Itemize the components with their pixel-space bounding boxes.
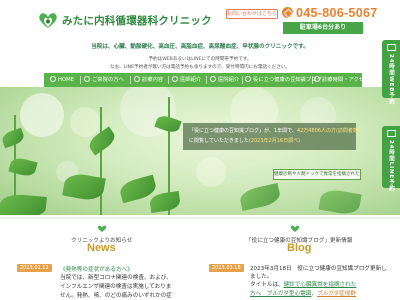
- nav-item-access[interactable]: 診療時間・アクセス: [314, 73, 369, 87]
- heart-leaf-icon: [97, 225, 107, 232]
- nav-divider: [80, 76, 81, 84]
- nav-label: 診療内容: [142, 77, 164, 83]
- monitor-icon: [386, 44, 396, 51]
- book-icon: [245, 76, 251, 82]
- blog-body-line: タイトルは、健診で心臓異常を指摘された: [250, 281, 390, 290]
- site-header: みたに内科循環器科クリニック お問い合わせはこちら 045-806-5067 駐…: [0, 0, 400, 40]
- nav-divider: [168, 76, 169, 84]
- line-reservation-label: 24時間LINE予約: [388, 140, 394, 192]
- nav-divider: [312, 76, 313, 84]
- section-divider: [0, 217, 400, 219]
- intro-text: 当院は、心臓、動脈硬化、高血圧、高脂血症、高尿酸血症、甲状腺のクリニックです。 …: [0, 42, 400, 70]
- heart-leaf-icon: [290, 225, 300, 232]
- phone-icon: [282, 7, 293, 18]
- banner-text: 「役に立つ健康の豆知識ブログ」が、1年間で、: [189, 128, 297, 134]
- nav-item-home[interactable]: HOME: [50, 73, 74, 87]
- blog-date-badge: 2023.03.18: [209, 264, 244, 272]
- bokeh-light: [20, 93, 64, 137]
- contact-button[interactable]: お問い合わせはこちら: [226, 9, 278, 19]
- clock-icon: [314, 76, 320, 82]
- banner-line-2: に閲覧していただきました(2023年2月16日調べ): [189, 137, 350, 144]
- doctor-icon: [172, 76, 178, 82]
- nav-divider: [130, 76, 131, 84]
- blog-item-headline[interactable]: 2023年3月18日 役に立つ健康の豆知識ブログ更新しました。: [250, 265, 388, 281]
- plant-stem: [100, 107, 102, 215]
- intro-booking-note: 予約はWEBあるいはLINEにての時間帯予約です。: [148, 57, 252, 62]
- blog-link[interactable]: 方へ ブルガダ型心電図: [250, 291, 311, 297]
- leaf: [318, 187, 362, 215]
- news-date-badge: 2023.01.12: [17, 264, 52, 272]
- news-body-line: 当院では、新型コロナ関連の検査、および、: [60, 275, 172, 281]
- leaf: [0, 127, 26, 149]
- news-body-line: インフルエンザ関連の検査は実施しておりま: [60, 284, 172, 290]
- nav-label: HOME: [58, 77, 75, 83]
- parking-badge: 駐車場6台分あり: [283, 22, 363, 34]
- blog-title: Blog: [287, 242, 312, 254]
- hero-image: [0, 87, 400, 215]
- nav-item-services[interactable]: 診療内容: [134, 73, 163, 87]
- news-item-headline[interactable]: 《発熱等の症状がある方へ》: [60, 265, 133, 273]
- blog-body-line: 方へ ブルガダ型心電図、ブルガダ症候群: [250, 291, 356, 297]
- health-check-banner[interactable]: 健康診断や人間ドックで異常を指摘された方へ: [273, 169, 361, 180]
- nav-divider: [242, 76, 243, 84]
- news-body-line: せん。発熱、咳、のどの痛みのいずれかの症: [60, 293, 172, 299]
- clinic-logo-icon[interactable]: [37, 11, 59, 29]
- person-icon: [84, 76, 90, 82]
- home-icon: [50, 76, 56, 82]
- line-reservation-tab[interactable]: 24時間LINE予約: [382, 126, 400, 192]
- nav-label: ご来院の方へ: [92, 77, 124, 83]
- nav-label: 診療時間・アクセス: [322, 77, 370, 83]
- web-reservation-tab[interactable]: 24時間WEB予約: [382, 40, 400, 105]
- building-icon: [210, 76, 216, 82]
- nav-label: 医師紹介: [180, 77, 202, 83]
- leaf: [238, 183, 282, 211]
- stethoscope-icon: [134, 76, 140, 82]
- chat-icon: [386, 130, 396, 137]
- bokeh-light: [196, 157, 226, 187]
- banner-date: (2023年2月16日調べ): [248, 138, 301, 144]
- banner-highlight: 42万4806人の方(訪問者数): [296, 128, 360, 134]
- blog-item-body: タイトルは、健診で心臓異常を指摘された 方へ ブルガダ型心電図、ブルガダ症候群: [250, 281, 390, 299]
- clinic-name[interactable]: みたに内科循環器科クリニック: [62, 13, 212, 28]
- main-nav: HOME ご来院の方へ 診療内容 医師紹介 医院紹介 役に立つ健康の豆知識ブログ…: [44, 73, 369, 87]
- web-reservation-label: 24時間WEB予約: [388, 54, 394, 105]
- blog-title-prefix: タイトルは、: [250, 282, 284, 288]
- news-item-body: 当院では、新型コロナ関連の検査、および、 インフルエンザ関連の検査は実施しており…: [60, 274, 184, 300]
- nav-item-clinic[interactable]: 医院紹介: [210, 73, 239, 87]
- leaf: [0, 193, 47, 215]
- banner-text: に閲覧していただきました: [189, 138, 249, 144]
- news-title: News: [87, 242, 116, 254]
- leaf: [148, 191, 182, 213]
- leaf: [8, 155, 38, 179]
- intro-specialties: 当院は、心臓、動脈硬化、高血圧、高脂血症、高尿酸血症、甲状腺のクリニックです。: [91, 44, 309, 50]
- bokeh-light: [70, 107, 100, 137]
- nav-item-doctor[interactable]: 医師紹介: [172, 73, 201, 87]
- nav-label: 医院紹介: [218, 77, 240, 83]
- blog-link[interactable]: ブルガダ症候群: [317, 291, 356, 297]
- blog-link[interactable]: 健診で心臓異常を指摘された: [284, 282, 357, 288]
- nav-item-blog[interactable]: 役に立つ健康の豆知識ブログ: [245, 73, 322, 87]
- phone-number[interactable]: 045-806-5067: [296, 6, 377, 20]
- intro-phone-note: なお、LINE予約者が無い方は電話予約も承りますので、受付時間内にお電話ください…: [109, 65, 291, 70]
- banner-line-1: 「役に立つ健康の豆知識ブログ」が、1年間で、42万4806人の方(訪問者数): [189, 127, 360, 134]
- nav-item-for-patients[interactable]: ご来院の方へ: [84, 73, 124, 87]
- nav-divider: [206, 76, 207, 84]
- blog-visitor-banner[interactable]: 「役に立つ健康の豆知識ブログ」が、1年間で、42万4806人の方(訪問者数) に…: [183, 123, 360, 150]
